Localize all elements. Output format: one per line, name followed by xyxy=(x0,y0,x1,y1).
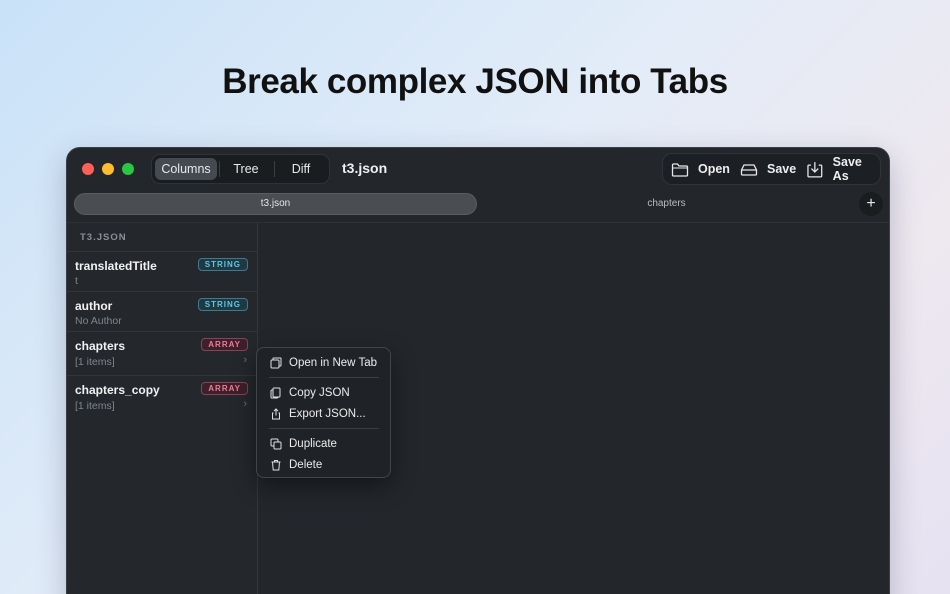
type-badge: ARRAY xyxy=(201,382,248,395)
row-key: chapters_copy xyxy=(75,383,160,397)
open-button[interactable]: Open xyxy=(671,154,730,184)
root-column: T3.JSON translatedTitle STRING t author … xyxy=(67,223,258,594)
row-value: [1 items] xyxy=(75,400,115,412)
file-title: t3.json xyxy=(342,160,388,176)
tab-bar: t3.json chapters + xyxy=(67,192,889,218)
save-label: Save xyxy=(767,162,797,176)
menu-item-export-json[interactable]: Export JSON... xyxy=(270,405,366,423)
column-header: T3.JSON xyxy=(80,232,127,243)
row-key: translatedTitle xyxy=(75,259,157,273)
file-actions-toolbar: Open Save Save As xyxy=(662,153,881,185)
list-item-chapters-copy[interactable]: chapters_copy ARRAY [1 items] › xyxy=(67,375,257,419)
app-window: Columns Tree Diff t3.json Open Save Save… xyxy=(66,147,890,594)
menu-separator xyxy=(269,428,379,429)
list-item-author[interactable]: author STRING No Author xyxy=(67,291,257,331)
menu-item-label: Export JSON... xyxy=(289,408,366,420)
new-tab-icon xyxy=(270,357,282,369)
menu-item-copy-json[interactable]: Copy JSON xyxy=(270,384,350,402)
row-key: chapters xyxy=(75,339,126,353)
menu-item-label: Duplicate xyxy=(289,438,337,450)
menu-separator xyxy=(269,377,379,378)
row-value: No Author xyxy=(75,315,122,327)
view-mode-tree[interactable]: Tree xyxy=(220,158,272,180)
row-value: t xyxy=(75,275,78,287)
type-badge: STRING xyxy=(197,258,248,271)
list-item-translated-title[interactable]: translatedTitle STRING t xyxy=(67,251,257,291)
share-icon xyxy=(272,408,280,420)
title-bar: Columns Tree Diff t3.json Open Save Save… xyxy=(67,148,889,190)
view-mode-diff[interactable]: Diff xyxy=(275,158,327,180)
view-mode-segmented-control: Columns Tree Diff xyxy=(151,154,330,184)
row-value: [1 items] xyxy=(75,356,115,368)
menu-item-open-in-new-tab[interactable]: Open in New Tab xyxy=(270,354,377,372)
copy-icon xyxy=(270,387,281,399)
chevron-right-icon: › xyxy=(243,398,247,410)
menu-item-label: Open in New Tab xyxy=(289,357,378,369)
type-badge: STRING xyxy=(197,298,248,311)
save-as-button[interactable]: Save As xyxy=(806,154,880,184)
trash-icon xyxy=(271,460,281,471)
save-as-label: Save As xyxy=(832,155,862,183)
tab-t3-json[interactable]: t3.json xyxy=(74,193,477,215)
menu-item-label: Delete xyxy=(289,459,323,471)
add-tab-button[interactable]: + xyxy=(859,192,883,216)
context-menu: Open in New Tab Copy JSON Export JSON...… xyxy=(256,347,391,478)
menu-item-delete[interactable]: Delete xyxy=(270,456,322,474)
row-key: author xyxy=(75,299,113,313)
open-label: Open xyxy=(698,162,730,176)
view-mode-columns[interactable]: Columns xyxy=(155,158,217,180)
chevron-right-icon: › xyxy=(243,354,247,366)
headline: Break complex JSON into Tabs xyxy=(222,62,728,101)
close-window-button[interactable] xyxy=(82,163,94,175)
minimize-window-button[interactable] xyxy=(102,163,114,175)
folder-icon xyxy=(671,162,689,177)
menu-item-duplicate[interactable]: Duplicate xyxy=(270,435,337,453)
duplicate-icon xyxy=(270,438,282,450)
type-badge: ARRAY xyxy=(201,338,248,351)
zoom-window-button[interactable] xyxy=(122,163,134,175)
save-as-icon xyxy=(807,161,823,178)
list-item-chapters[interactable]: chapters ARRAY [1 items] › xyxy=(67,331,257,375)
tab-chapters[interactable]: chapters xyxy=(479,193,854,215)
save-button[interactable]: Save xyxy=(740,154,796,184)
menu-item-label: Copy JSON xyxy=(289,387,350,399)
tray-icon xyxy=(740,164,758,176)
